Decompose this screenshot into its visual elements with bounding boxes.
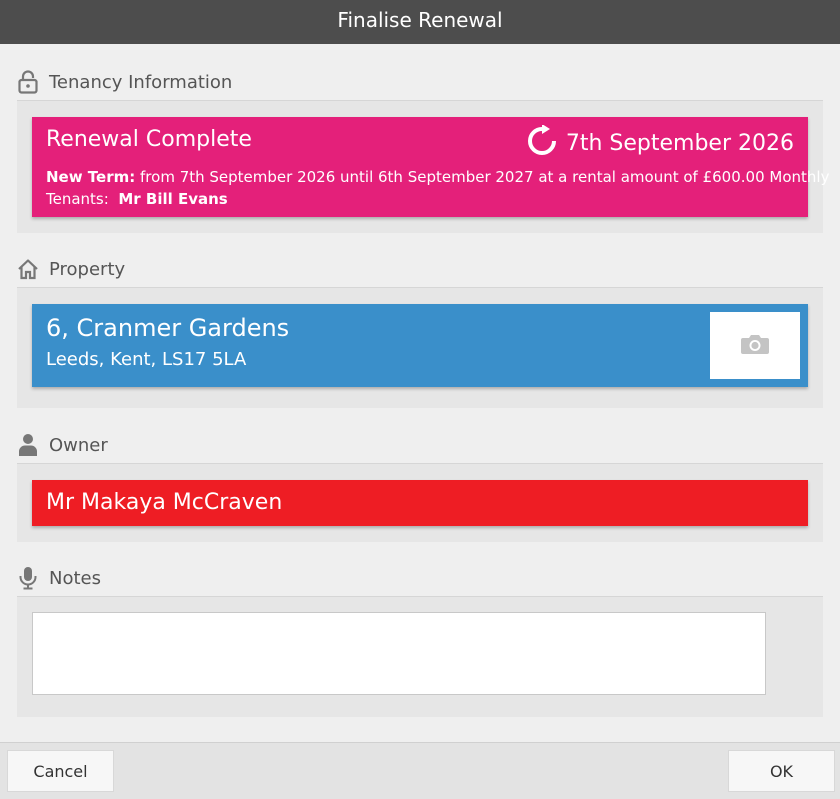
property-photo[interactable] bbox=[710, 312, 800, 379]
dialog-footer: Cancel OK bbox=[0, 742, 840, 799]
tenants-label: Tenants: bbox=[46, 190, 109, 208]
renewal-status: Renewal Complete bbox=[46, 127, 252, 152]
renewal-tenants: Tenants: Mr Bill Evans bbox=[46, 190, 228, 208]
property-panel: 6, Cranmer Gardens Leeds, Kent, LS17 5LA bbox=[17, 287, 823, 408]
section-label: Property bbox=[49, 258, 126, 280]
property-address-line1: 6, Cranmer Gardens bbox=[46, 314, 290, 342]
notes-panel bbox=[17, 596, 823, 717]
property-section-header: Property bbox=[17, 251, 823, 287]
property-address-line2: Leeds, Kent, LS17 5LA bbox=[46, 349, 247, 370]
section-label: Tenancy Information bbox=[49, 71, 233, 93]
dialog-title: Finalise Renewal bbox=[0, 0, 840, 44]
section-label: Notes bbox=[49, 567, 101, 589]
section-label: Owner bbox=[49, 434, 108, 456]
tenancy-panel: Renewal Complete 7th September 2026 New … bbox=[17, 100, 829, 233]
owner-panel: Mr Makaya McCraven bbox=[17, 463, 823, 542]
camera-icon bbox=[740, 333, 770, 359]
home-icon bbox=[17, 257, 39, 281]
renewal-date: 7th September 2026 bbox=[565, 130, 794, 156]
lock-icon bbox=[17, 70, 39, 94]
cancel-button[interactable]: Cancel bbox=[7, 750, 114, 792]
tenants-value: Mr Bill Evans bbox=[118, 190, 228, 208]
microphone-icon bbox=[17, 566, 39, 590]
notes-section-header: Notes bbox=[17, 560, 823, 596]
renewal-card[interactable]: Renewal Complete 7th September 2026 New … bbox=[32, 117, 829, 217]
notes-input[interactable] bbox=[32, 612, 766, 695]
term-label: New Term: bbox=[46, 168, 136, 186]
ok-button[interactable]: OK bbox=[728, 750, 835, 792]
term-text: from 7th September 2026 until 6th Septem… bbox=[135, 168, 830, 186]
property-card[interactable]: 6, Cranmer Gardens Leeds, Kent, LS17 5LA bbox=[32, 304, 808, 387]
refresh-icon bbox=[526, 124, 558, 161]
person-icon bbox=[17, 433, 39, 457]
owner-name: Mr Makaya McCraven bbox=[46, 490, 283, 515]
owner-card[interactable]: Mr Makaya McCraven bbox=[32, 480, 808, 526]
tenancy-section-header: Tenancy Information bbox=[17, 64, 823, 100]
owner-section-header: Owner bbox=[17, 427, 823, 463]
renewal-term: New Term: from 7th September 2026 until … bbox=[46, 168, 829, 186]
